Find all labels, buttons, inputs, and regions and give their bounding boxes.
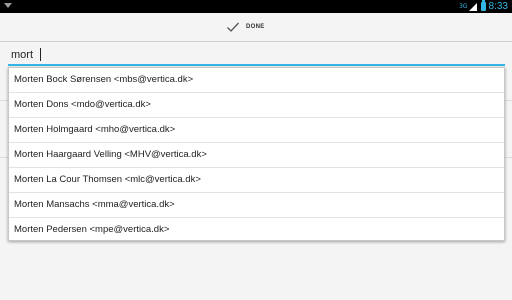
suggestion-item[interactable]: Morten Dons <mdo@vertica.dk>: [9, 93, 504, 118]
done-label: DONE: [246, 24, 265, 30]
suggestion-item[interactable]: Morten Bock Sørensen <mbs@vertica.dk>: [9, 68, 504, 93]
notification-download-icon: [4, 3, 12, 8]
battery-icon: [480, 0, 486, 11]
input-underline: [8, 64, 505, 66]
status-bar: 3G 8:33: [0, 0, 512, 13]
suggestion-item[interactable]: Morten Mansachs <mma@vertica.dk>: [9, 193, 504, 218]
suggestion-item[interactable]: Morten La Cour Thomsen <mlc@vertica.dk>: [9, 168, 504, 193]
status-icons: 3G 8:33: [459, 0, 508, 13]
suggestion-item[interactable]: Morten Haargaard Velling <MHV@vertica.dk…: [9, 143, 504, 168]
recipient-input[interactable]: mort: [8, 46, 505, 66]
done-button[interactable]: DONE: [226, 18, 265, 36]
suggestion-item[interactable]: Morten Holmgaard <mho@vertica.dk>: [9, 118, 504, 143]
autocomplete-dropdown: Morten Bock Sørensen <mbs@vertica.dk> Mo…: [8, 67, 505, 241]
network-type-label: 3G: [459, 2, 468, 10]
checkmark-icon: [227, 22, 239, 32]
status-clock: 8:33: [488, 1, 508, 12]
suggestion-item[interactable]: Morten Pedersen <mpe@vertica.dk>: [9, 218, 504, 242]
background-divider: [0, 157, 8, 158]
signal-icon: [468, 2, 477, 11]
background-divider: [0, 100, 8, 101]
text-cursor: [40, 48, 41, 61]
recipient-input-value: mort: [11, 49, 33, 61]
action-bar: DONE: [0, 13, 512, 42]
